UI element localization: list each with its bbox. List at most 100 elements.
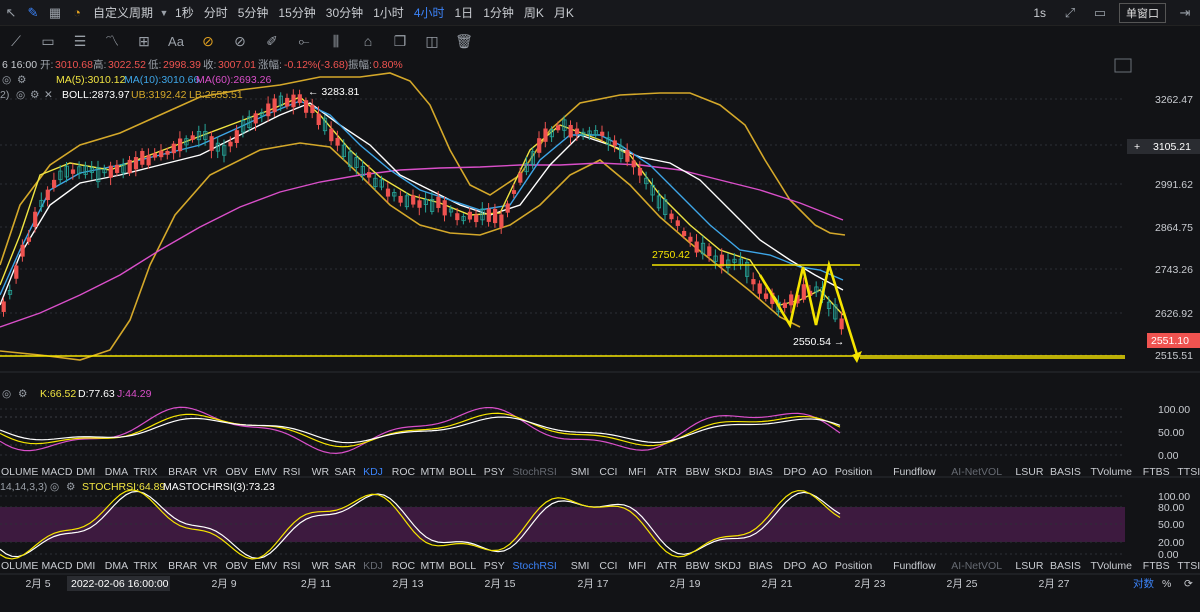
interval-7[interactable]: 1日 — [450, 4, 479, 21]
cursor-icon[interactable]: ↖ — [0, 2, 22, 24]
tab-mfi[interactable]: MFI — [628, 560, 646, 572]
tab-ao[interactable]: AO — [812, 560, 827, 572]
interval-5[interactable]: 1小时 — [368, 4, 409, 21]
window-mode-button[interactable]: 单窗口 — [1119, 3, 1166, 23]
tab-skdj[interactable]: SKDJ — [714, 466, 741, 478]
ruler-icon[interactable]: ✐ — [256, 28, 288, 54]
tab-atr[interactable]: ATR — [657, 560, 678, 572]
tab-boll[interactable]: BOLL — [449, 560, 476, 572]
tab-tvolume[interactable]: TVolume — [1091, 466, 1133, 478]
tab-dma[interactable]: DMA — [105, 466, 128, 478]
template-icon[interactable]: ◫ — [416, 28, 448, 54]
tab-roc[interactable]: ROC — [392, 560, 416, 572]
chart-canvas[interactable]: 2750.42 ← 3283.81 2550.54 → 100.00 50.00 0.0… — [0, 55, 1200, 612]
tab-cci[interactable]: CCI — [599, 560, 617, 572]
tab-mfi[interactable]: MFI — [628, 466, 646, 478]
trend-line-icon[interactable]: ⟋ — [0, 28, 32, 54]
tab-vr[interactable]: VR — [203, 560, 218, 572]
tab-atr[interactable]: ATR — [657, 466, 678, 478]
interval-2[interactable]: 5分钟 — [233, 4, 274, 21]
tab-sar[interactable]: SAR — [334, 466, 356, 478]
tab-smi[interactable]: SMI — [571, 560, 590, 572]
tab-smi[interactable]: SMI — [571, 466, 590, 478]
tab-kdj[interactable]: KDJ — [363, 560, 383, 572]
tab-fundflow[interactable]: Fundflow — [893, 466, 936, 478]
trash-icon[interactable]: 🗑 — [448, 28, 480, 54]
tab-boll[interactable]: BOLL — [449, 466, 476, 478]
boll-settings-icon[interactable]: ⚙ — [30, 89, 39, 101]
tab-dma[interactable]: DMA — [105, 560, 128, 572]
crosshair-plus-icon[interactable]: + — [1134, 141, 1140, 153]
screenshot-icon[interactable]: ▭ — [1089, 2, 1111, 24]
tab-obv[interactable]: OBV — [226, 560, 248, 572]
boll-close-icon[interactable]: ✕ — [44, 89, 53, 101]
tab-ftbs[interactable]: FTBS — [1143, 560, 1170, 572]
hide-drawings-icon[interactable]: ⊘ — [224, 28, 256, 54]
kdj-settings-icon[interactable]: ⚙ — [18, 388, 27, 400]
stoch-eye-icon[interactable]: ◎ — [50, 481, 59, 493]
edit-icon[interactable]: ✎ — [22, 2, 44, 24]
window-arrow-icon[interactable]: ⇥ — [1174, 2, 1196, 24]
tab-ao[interactable]: AO — [812, 466, 827, 478]
tab-skdj[interactable]: SKDJ — [714, 560, 741, 572]
interval-8[interactable]: 1分钟 — [478, 4, 519, 21]
copy-icon[interactable]: ❐ — [384, 28, 416, 54]
tab-bbw[interactable]: BBW — [686, 560, 710, 572]
tab-stochrsi[interactable]: StochRSI — [513, 560, 557, 572]
wave-icon[interactable]: 〽 — [96, 28, 128, 54]
tab-lsur[interactable]: LSUR — [1015, 466, 1043, 478]
tab-basis[interactable]: BASIS — [1050, 466, 1081, 478]
auto-scale-icon[interactable]: ⟳ — [1184, 578, 1193, 590]
tab-macd[interactable]: MACD — [42, 560, 73, 572]
tab-mtm[interactable]: MTM — [421, 560, 445, 572]
clock-icon[interactable]: ◔ — [66, 2, 88, 24]
tab-ttsi[interactable]: TTSI — [1177, 466, 1200, 478]
tab-ftbs[interactable]: FTBS — [1143, 466, 1170, 478]
chevron-down-icon[interactable]: ▼ — [158, 2, 170, 24]
magnet-icon[interactable]: ⊘ — [192, 28, 224, 54]
tab-brar[interactable]: BRAR — [168, 466, 198, 478]
right-interval[interactable]: 1s — [1028, 6, 1051, 20]
interval-6[interactable]: 4小时 — [409, 4, 450, 21]
candle-icon[interactable]: ⫼ — [320, 28, 352, 54]
tab-trix[interactable]: TRIX — [134, 466, 158, 478]
tab-tvolume[interactable]: TVolume — [1091, 560, 1133, 572]
interval-9[interactable]: 周K — [519, 4, 549, 21]
tab-psy[interactable]: PSY — [484, 466, 505, 478]
tab-dmi[interactable]: DMI — [76, 560, 95, 572]
interval-3[interactable]: 15分钟 — [273, 4, 320, 21]
tab-sar[interactable]: SAR — [334, 560, 356, 572]
interval-1[interactable]: 分时 — [199, 4, 233, 21]
tab-rsi[interactable]: RSI — [283, 560, 301, 572]
rectangle-icon[interactable]: ▭ — [32, 28, 64, 54]
tab-cci[interactable]: CCI — [599, 466, 617, 478]
tab-dpo[interactable]: DPO — [783, 560, 806, 572]
tab-wr[interactable]: WR — [312, 466, 330, 478]
custom-period-dropdown[interactable]: 自定义周期 — [88, 4, 158, 21]
tab-mtm[interactable]: MTM — [421, 466, 445, 478]
expand-icon[interactable]: ⤢ — [1059, 2, 1081, 24]
tab-dmi[interactable]: DMI — [76, 466, 95, 478]
tab-brar[interactable]: BRAR — [168, 560, 198, 572]
crosshair-box-icon[interactable]: ⊞ — [128, 28, 160, 54]
tab-vr[interactable]: VR — [203, 466, 218, 478]
boll-eye-icon[interactable]: ◎ — [16, 89, 25, 101]
interval-10[interactable]: 月K — [549, 4, 579, 21]
log-scale-toggle[interactable]: 对数 — [1133, 577, 1155, 590]
interval-0[interactable]: 1秒 — [170, 4, 199, 21]
tab-emv[interactable]: EMV — [254, 560, 277, 572]
tab-ai-netvol[interactable]: AI-NetVOL — [951, 466, 1002, 478]
measure-icon[interactable]: ⟜ — [288, 28, 320, 54]
tab-wr[interactable]: WR — [312, 560, 330, 572]
tab-ai-netvol[interactable]: AI-NetVOL — [951, 560, 1002, 572]
tab-ttsi[interactable]: TTSI — [1177, 560, 1200, 572]
tab-bias[interactable]: BIAS — [749, 466, 773, 478]
tab-olume[interactable]: OLUME — [1, 560, 38, 572]
tab-trix[interactable]: TRIX — [134, 560, 158, 572]
interval-4[interactable]: 30分钟 — [321, 4, 368, 21]
tab-lsur[interactable]: LSUR — [1015, 560, 1043, 572]
tab-position[interactable]: Position — [835, 466, 873, 478]
tab-psy[interactable]: PSY — [484, 560, 505, 572]
tab-dpo[interactable]: DPO — [783, 466, 806, 478]
tab-position[interactable]: Position — [835, 560, 873, 572]
